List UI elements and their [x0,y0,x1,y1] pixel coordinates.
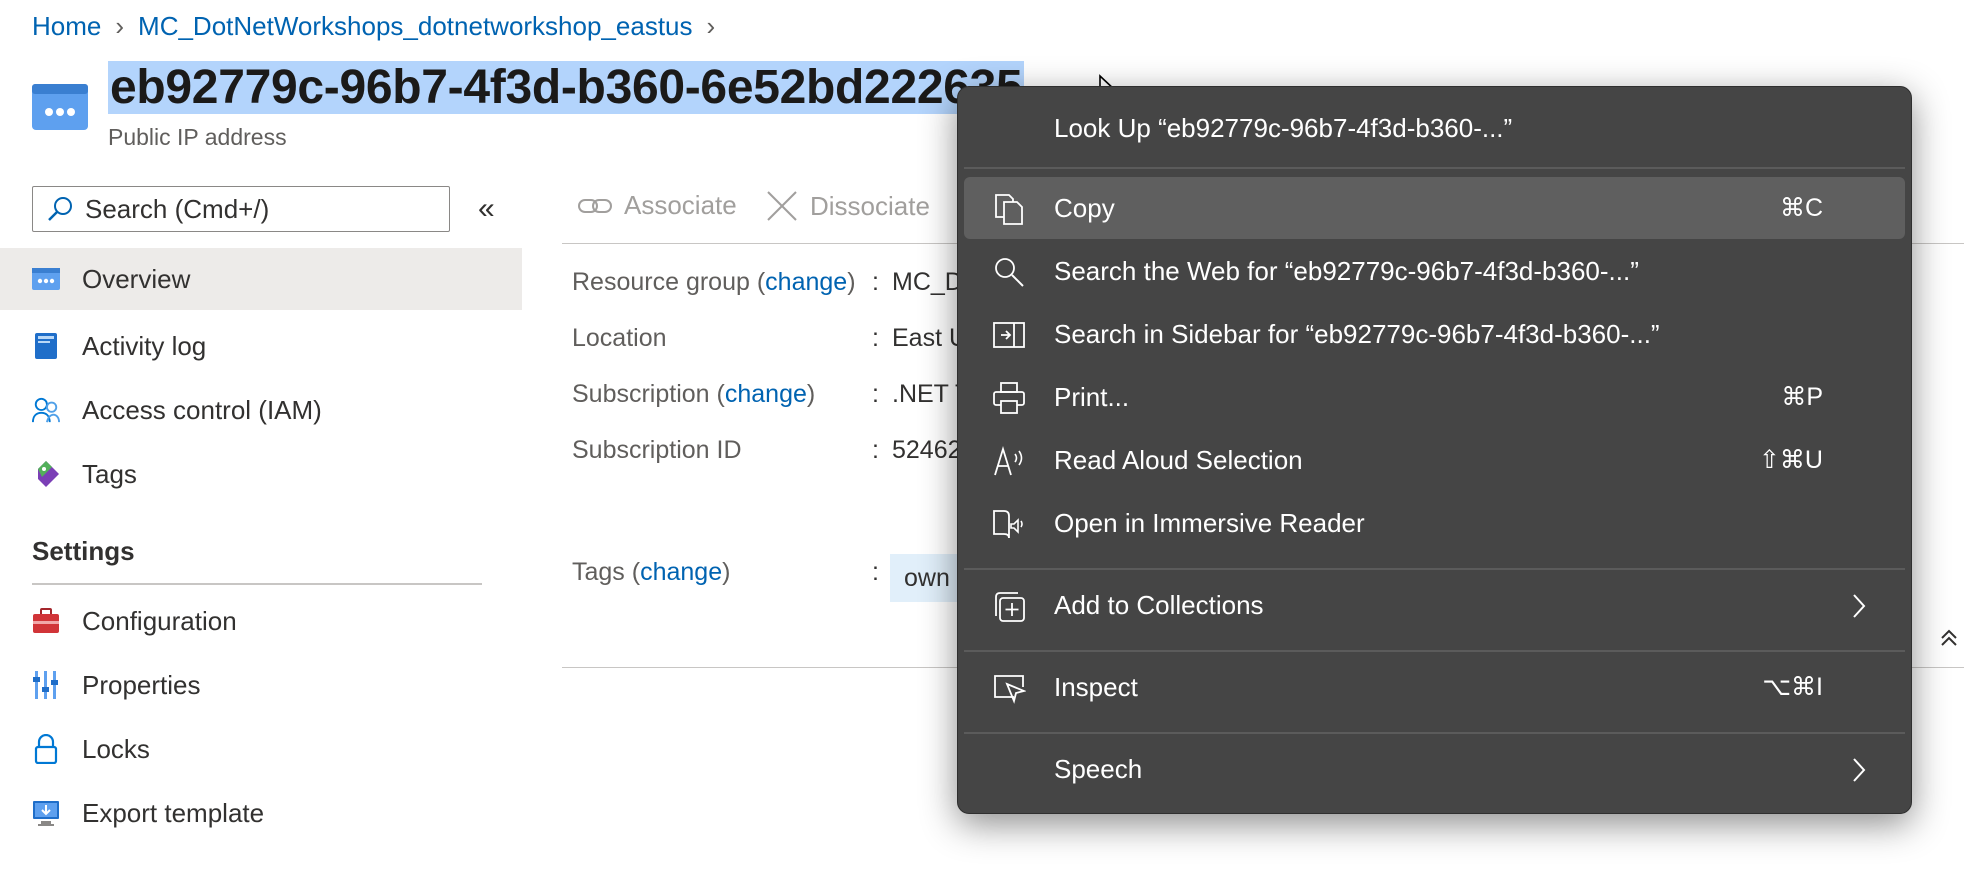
chevron-right-icon [1853,758,1866,782]
colon: : [872,436,879,464]
divider [32,583,482,585]
menu-item-print[interactable]: Print... ⌘P [964,366,1905,428]
resource-group-label: Resource group (change) [572,268,856,296]
sidebar-item-label: Locks [82,733,150,764]
page-title: eb92779c-96b7-4f3d-b360-6e52bd222635 [108,60,1025,115]
iam-icon [32,396,60,424]
dissociate-label: Dissociate [810,190,930,221]
colon: : [872,324,879,352]
tag-pill[interactable]: own [890,554,964,602]
public-ip-icon [32,84,88,130]
menu-item-copy[interactable]: Copy ⌘C [964,177,1905,239]
location-label: Location [572,324,667,352]
sidebar-item-activity-log[interactable]: Activity log [0,315,522,377]
sidebar-item-iam[interactable]: Access control (IAM) [0,379,522,441]
copy-icon [995,194,1023,225]
colon: : [872,558,879,586]
page-subtitle: Public IP address [108,124,287,150]
breadcrumb-resource-group-link[interactable]: MC_DotNetWorkshops_dotnetworkshop_eastus [138,11,692,42]
read-aloud-icon [994,445,1023,476]
chevron-right-icon: › [115,10,125,41]
menu-item-search-web[interactable]: Search the Web for “eb92779c-96b7-4f3d-b… [964,240,1905,302]
chevron-double-up-icon[interactable] [1940,628,1958,654]
close-icon [767,191,797,221]
sidebar-search[interactable] [32,186,450,232]
chevron-right-icon [1853,594,1866,618]
printer-icon [993,382,1025,414]
menu-item-speech[interactable]: Speech [964,738,1905,800]
tags-change-link[interactable]: change [640,558,722,586]
sidebar-search-input[interactable] [83,192,427,226]
sidebar-search-icon [993,322,1025,348]
menu-item-read-aloud[interactable]: Read Aloud Selection ⇧⌘U [964,429,1905,491]
collapse-sidebar-icon[interactable]: « [478,192,495,226]
export-template-icon [32,799,60,827]
collections-icon [995,592,1025,622]
menu-item-add-to-collections[interactable]: Add to Collections [964,574,1905,636]
colon: : [872,380,879,408]
tags-label: Tags (change) [572,558,731,586]
tag-icon [32,460,60,488]
search-icon [995,258,1024,287]
sidebar-item-label: Export template [82,797,265,828]
selected-title-text[interactable]: eb92779c-96b7-4f3d-b360-6e52bd222635 [108,61,1025,114]
search-icon [48,197,72,221]
menu-divider [964,568,1905,570]
context-menu: Look Up “eb92779c-96b7-4f3d-b360-...” Co… [957,86,1912,814]
subscription-id-value: 52462 [892,436,962,464]
sidebar-item-label: Configuration [82,605,237,636]
menu-divider [964,650,1905,652]
associate-button[interactable]: Associate [578,190,737,221]
activity-log-icon [32,332,60,360]
sidebar-item-label: Activity log [82,330,207,361]
sidebar-item-label: Tags [82,458,137,489]
breadcrumb-home-link[interactable]: Home [32,11,101,42]
menu-item-look-up[interactable]: Look Up “eb92779c-96b7-4f3d-b360-...” [964,97,1905,159]
sidebar-item-locks[interactable]: Locks [0,718,522,780]
subscription-label: Subscription (change) [572,380,816,408]
menu-item-inspect[interactable]: Inspect ⌥⌘I [964,656,1905,718]
associate-label: Associate [624,190,737,220]
overview-icon [32,265,60,293]
location-value: East U [892,324,968,352]
toolbox-icon [32,607,60,635]
sidebar-item-export-template[interactable]: Export template [0,782,522,844]
breadcrumb: Home › MC_DotNetWorkshops_dotnetworkshop… [32,8,729,44]
lock-icon [32,734,60,764]
immersive-reader-icon [993,510,1023,539]
subscription-change-link[interactable]: change [725,380,807,408]
sidebar-item-label: Access control (IAM) [82,394,322,425]
resource-group-value-link[interactable]: MC_D [892,268,963,297]
properties-icon [32,671,60,699]
inspect-icon [994,675,1026,704]
dissociate-button[interactable]: Dissociate [766,190,930,222]
menu-divider [964,732,1905,734]
colon: : [872,268,879,296]
settings-heading: Settings [32,536,135,566]
menu-divider [964,167,1905,169]
chevron-right-icon: › [706,10,716,41]
subscription-id-label: Subscription ID [572,436,742,464]
sidebar-item-label: Overview [82,263,191,294]
sidebar-item-label: Properties [82,669,201,700]
sidebar-item-configuration[interactable]: Configuration [0,590,522,652]
resource-group-change-link[interactable]: change [765,268,847,296]
sidebar-item-tags[interactable]: Tags [0,443,522,505]
menu-item-search-sidebar[interactable]: Search in Sidebar for “eb92779c-96b7-4f3… [964,303,1905,365]
menu-item-immersive-reader[interactable]: Open in Immersive Reader [964,492,1905,554]
sidebar-item-overview[interactable]: Overview [0,248,522,310]
link-icon [578,198,612,213]
sidebar-item-properties[interactable]: Properties [0,654,522,716]
